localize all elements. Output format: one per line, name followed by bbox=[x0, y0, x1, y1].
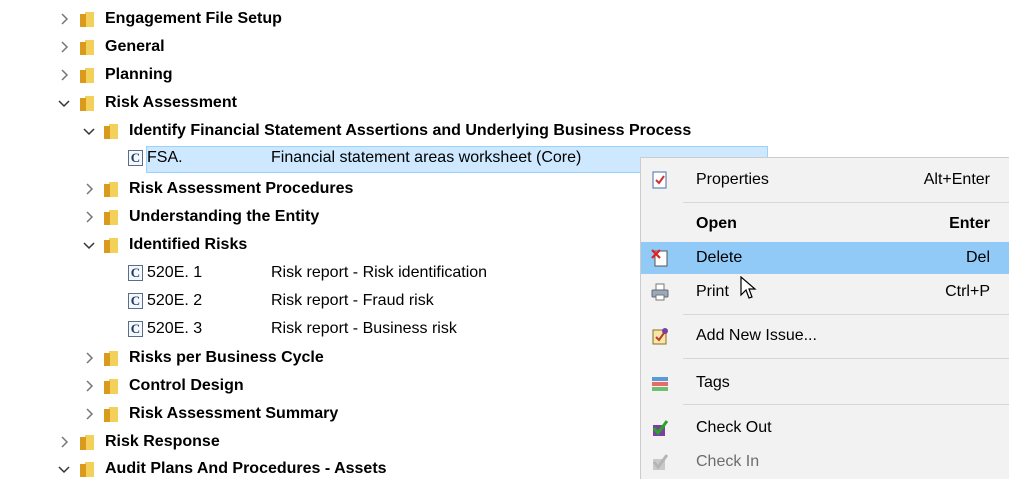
chevron-right-icon[interactable] bbox=[82, 210, 96, 224]
folder-icon bbox=[79, 39, 95, 56]
menu-item-print[interactable]: Print Ctrl+P bbox=[641, 276, 1009, 308]
add-issue-icon bbox=[651, 327, 669, 345]
menu-item-tags[interactable]: Tags bbox=[641, 367, 1009, 399]
document-description: Risk report - Fraud risk bbox=[271, 292, 434, 309]
properties-icon bbox=[651, 171, 669, 189]
folder-icon bbox=[103, 237, 119, 254]
chevron-right-icon[interactable] bbox=[57, 435, 71, 449]
menu-separator bbox=[683, 404, 1009, 405]
tree-folder-general[interactable]: General bbox=[0, 35, 780, 61]
print-icon bbox=[651, 283, 669, 301]
menu-item-delete[interactable]: Delete Del bbox=[641, 242, 1009, 274]
chevron-right-icon[interactable] bbox=[57, 12, 71, 26]
folder-label: Risk Assessment bbox=[105, 94, 237, 111]
menu-item-check-in[interactable]: Check In bbox=[641, 446, 1009, 478]
tree-folder-risk-response[interactable]: Risk Response bbox=[0, 430, 640, 456]
folder-icon bbox=[103, 378, 119, 395]
menu-separator bbox=[683, 358, 1009, 359]
chevron-down-icon[interactable] bbox=[82, 238, 96, 252]
tags-icon bbox=[651, 374, 669, 392]
tree-document-520e-3[interactable]: C 520E. 3 Risk report - Business risk bbox=[0, 317, 640, 343]
chevron-down-icon[interactable] bbox=[57, 462, 71, 476]
chevron-right-icon[interactable] bbox=[82, 351, 96, 365]
document-code: 520E. 2 bbox=[147, 292, 203, 309]
folder-label: Audit Plans And Procedures - Assets bbox=[105, 460, 387, 477]
document-c-icon: C bbox=[128, 150, 143, 166]
folder-label: Understanding the Entity bbox=[129, 208, 320, 225]
folder-label: General bbox=[105, 38, 165, 55]
folder-icon bbox=[103, 209, 119, 226]
menu-item-open[interactable]: Open Enter bbox=[641, 208, 1009, 240]
mouse-pointer-icon bbox=[740, 275, 760, 302]
chevron-right-icon[interactable] bbox=[57, 68, 71, 82]
chevron-right-icon[interactable] bbox=[82, 182, 96, 196]
tree-folder-identify-fsa[interactable]: Identify Financial Statement Assertions … bbox=[0, 119, 780, 145]
document-code: 520E. 3 bbox=[147, 320, 203, 337]
document-c-icon: C bbox=[128, 265, 143, 281]
tree-document-520e-1[interactable]: C 520E. 1 Risk report - Risk identificat… bbox=[0, 261, 640, 287]
document-description: Risk report - Risk identification bbox=[271, 264, 488, 281]
folder-label: Risk Response bbox=[105, 433, 220, 450]
folder-label: Planning bbox=[105, 66, 173, 83]
chevron-right-icon[interactable] bbox=[82, 407, 96, 421]
chevron-right-icon[interactable] bbox=[82, 379, 96, 393]
tree-document-520e-2[interactable]: C 520E. 2 Risk report - Fraud risk bbox=[0, 289, 640, 315]
folder-icon bbox=[103, 123, 119, 140]
tree-folder-control-design[interactable]: Control Design bbox=[0, 374, 640, 400]
folder-icon bbox=[103, 350, 119, 367]
folder-label: Identify Financial Statement Assertions … bbox=[129, 122, 692, 139]
tree-folder-identified-risks[interactable]: Identified Risks bbox=[0, 233, 640, 259]
tree-folder-engagement-file-setup[interactable]: Engagement File Setup bbox=[0, 7, 780, 33]
document-c-icon: C bbox=[128, 321, 143, 337]
tree-folder-risk-assessment[interactable]: Risk Assessment bbox=[0, 91, 780, 117]
folder-label: Identified Risks bbox=[129, 236, 248, 253]
delete-icon bbox=[651, 249, 669, 267]
menu-item-properties[interactable]: Properties Alt+Enter bbox=[641, 164, 1009, 196]
folder-icon bbox=[103, 181, 119, 198]
document-description: Financial statement areas worksheet (Cor… bbox=[271, 149, 582, 166]
folder-icon bbox=[79, 11, 95, 28]
menu-item-add-new-issue[interactable]: Add New Issue... bbox=[641, 320, 1009, 352]
folder-label: Control Design bbox=[129, 377, 244, 394]
document-code: FSA. bbox=[147, 149, 183, 166]
tree-folder-audit-plans-assets[interactable]: Audit Plans And Procedures - Assets bbox=[0, 457, 640, 483]
folder-icon bbox=[79, 67, 95, 84]
menu-separator bbox=[683, 314, 1009, 315]
folder-label: Risk Assessment Summary bbox=[129, 405, 339, 422]
tree-folder-planning[interactable]: Planning bbox=[0, 63, 780, 89]
menu-separator bbox=[683, 202, 1009, 203]
document-code: 520E. 1 bbox=[147, 264, 203, 281]
folder-icon bbox=[79, 434, 95, 451]
tree-folder-risk-assessment-procedures[interactable]: Risk Assessment Procedures bbox=[0, 177, 640, 203]
document-description: Risk report - Business risk bbox=[271, 320, 457, 337]
tree-folder-risk-assessment-summary[interactable]: Risk Assessment Summary bbox=[0, 402, 640, 428]
context-menu: Properties Alt+Enter Open Enter Delete D… bbox=[640, 157, 1009, 479]
folder-label: Risks per Business Cycle bbox=[129, 349, 324, 366]
folder-icon bbox=[79, 461, 95, 478]
folder-label: Risk Assessment Procedures bbox=[129, 180, 354, 197]
folder-icon bbox=[103, 406, 119, 423]
check-in-icon bbox=[651, 453, 669, 471]
document-c-icon: C bbox=[128, 293, 143, 309]
folder-icon bbox=[79, 95, 95, 112]
menu-item-check-out[interactable]: Check Out bbox=[641, 412, 1009, 444]
folder-label: Engagement File Setup bbox=[105, 10, 282, 27]
chevron-down-icon[interactable] bbox=[57, 96, 71, 110]
chevron-right-icon[interactable] bbox=[57, 40, 71, 54]
check-out-icon bbox=[651, 419, 669, 437]
chevron-down-icon[interactable] bbox=[82, 124, 96, 138]
tree-folder-risks-per-business-cycle[interactable]: Risks per Business Cycle bbox=[0, 346, 640, 372]
tree-folder-understanding-the-entity[interactable]: Understanding the Entity bbox=[0, 205, 640, 231]
